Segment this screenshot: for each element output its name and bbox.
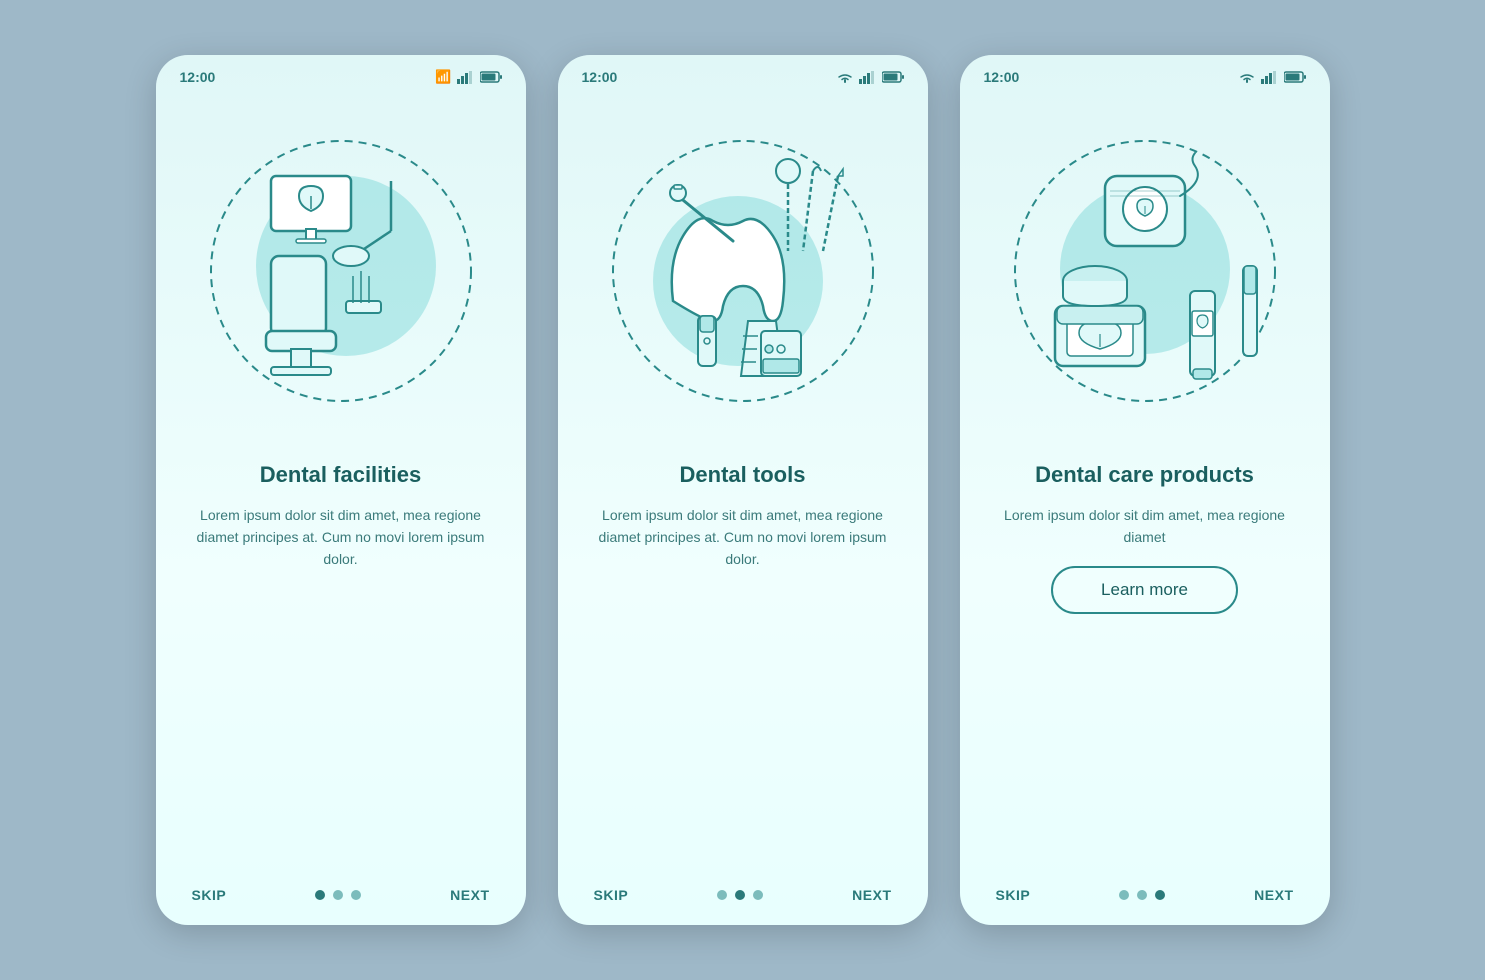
screen-dental-care: 12:00 (960, 55, 1330, 925)
signal-icon-3 (1261, 71, 1279, 84)
illustration-dental-care (960, 91, 1330, 451)
learn-more-button[interactable]: Learn more (1051, 566, 1238, 614)
dots-2 (717, 890, 763, 900)
battery-icon-1 (480, 71, 502, 83)
dot-1-2 (333, 890, 343, 900)
battery-icon-2 (882, 71, 904, 83)
status-icons-3 (1238, 71, 1306, 84)
battery-icon-3 (1284, 71, 1306, 83)
screens-container: 12:00 📶 (156, 55, 1330, 925)
wifi-icon-1: 📶 (435, 69, 451, 85)
status-bar-1: 12:00 📶 (156, 55, 526, 91)
signal-icon-2 (859, 71, 877, 84)
illustration-dental-tools (558, 91, 928, 451)
dot-2-3 (753, 890, 763, 900)
dot-3-3 (1155, 890, 1165, 900)
dot-2-2 (735, 890, 745, 900)
content-dental-care: Dental care products Lorem ipsum dolor s… (960, 451, 1330, 873)
signal-icon-1 (457, 71, 475, 84)
dot-2-1 (717, 890, 727, 900)
body-dental-tools: Lorem ipsum dolor sit dim amet, mea regi… (590, 504, 896, 571)
status-icons-2 (836, 71, 904, 84)
title-dental-care: Dental care products (992, 461, 1298, 490)
skip-btn-3[interactable]: SKIP (996, 887, 1031, 903)
next-btn-3[interactable]: NEXT (1254, 887, 1293, 903)
skip-btn-1[interactable]: SKIP (192, 887, 227, 903)
dots-3 (1119, 890, 1165, 900)
skip-btn-2[interactable]: SKIP (594, 887, 629, 903)
title-dental-tools: Dental tools (590, 461, 896, 490)
dots-1 (315, 890, 361, 900)
bottom-nav-2: SKIP NEXT (558, 873, 928, 925)
illustration-dental-facilities (156, 91, 526, 451)
status-bar-3: 12:00 (960, 55, 1330, 91)
next-btn-1[interactable]: NEXT (450, 887, 489, 903)
time-3: 12:00 (984, 69, 1020, 85)
bottom-nav-1: SKIP NEXT (156, 873, 526, 925)
time-2: 12:00 (582, 69, 618, 85)
screen-dental-facilities: 12:00 📶 (156, 55, 526, 925)
content-dental-facilities: Dental facilities Lorem ipsum dolor sit … (156, 451, 526, 873)
dot-3-2 (1137, 890, 1147, 900)
status-bar-2: 12:00 (558, 55, 928, 91)
bottom-nav-3: SKIP NEXT (960, 873, 1330, 925)
title-dental-facilities: Dental facilities (188, 461, 494, 490)
body-dental-facilities: Lorem ipsum dolor sit dim amet, mea regi… (188, 504, 494, 571)
time-1: 12:00 (180, 69, 216, 85)
content-dental-tools: Dental tools Lorem ipsum dolor sit dim a… (558, 451, 928, 873)
dot-3-1 (1119, 890, 1129, 900)
wifi-icon-3 (1238, 71, 1256, 84)
body-dental-care: Lorem ipsum dolor sit dim amet, mea regi… (992, 504, 1298, 549)
wifi-icon-2 (836, 71, 854, 84)
screen-dental-tools: 12:00 (558, 55, 928, 925)
dot-1-1 (315, 890, 325, 900)
next-btn-2[interactable]: NEXT (852, 887, 891, 903)
dot-1-3 (351, 890, 361, 900)
status-icons-1: 📶 (435, 69, 501, 85)
